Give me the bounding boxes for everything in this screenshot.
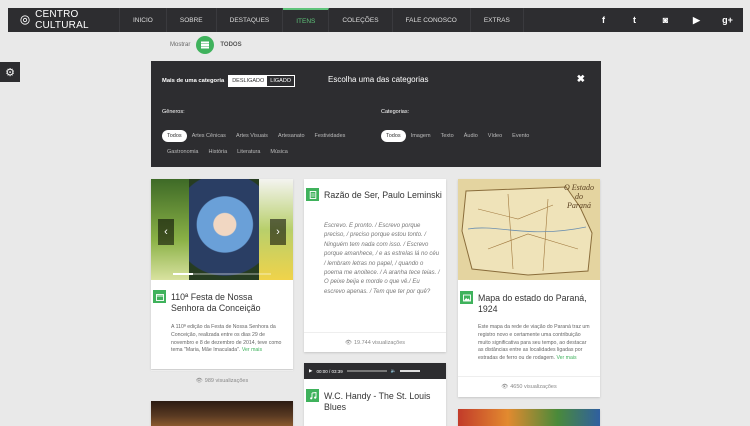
off-option[interactable]: DESLIGADO <box>229 76 268 86</box>
views-text: 19.744 visualizações <box>353 340 406 346</box>
close-icon[interactable]: ✖ <box>577 74 585 85</box>
audio-time: 00:00 / 03:39 <box>316 368 343 374</box>
nav-label: DESTAQUES <box>229 16 270 24</box>
social-links: f t ◙ ▶ g+ <box>588 8 743 32</box>
views-counter: 👁 989 visualizações <box>151 370 293 384</box>
read-more-link[interactable]: Ver mais <box>556 355 576 361</box>
nav-label: FALE CONOSCO <box>405 16 457 24</box>
twitter-icon[interactable]: t <box>619 15 650 25</box>
read-more-link[interactable]: Ver mais <box>242 347 262 353</box>
eye-icon: 👁 <box>344 340 352 346</box>
category-panel: Mais de uma categoria DESLIGADO LIGADO E… <box>151 61 601 167</box>
on-option[interactable]: LIGADO <box>267 76 294 86</box>
category-chip[interactable]: Texto <box>436 130 459 142</box>
audio-progress-bar[interactable] <box>346 370 387 372</box>
category-chip[interactable]: Evento <box>507 130 534 142</box>
nav-label: SOBRE <box>179 16 203 24</box>
text-document-icon <box>306 188 319 201</box>
views-counter: 👁 19.744 visualizações <box>304 332 446 346</box>
show-label: Mostrar <box>170 42 191 48</box>
category-chip[interactable]: Áudio <box>459 130 483 142</box>
calendar-icon <box>153 290 166 303</box>
genre-chip[interactable]: História <box>204 146 233 158</box>
category-chips: Todos Imagem Texto Áudio Vídeo Evento <box>381 130 581 142</box>
category-chip[interactable]: Vídeo <box>483 130 507 142</box>
carousel-next-icon[interactable]: › <box>270 219 286 245</box>
nav-itens[interactable]: ITENS <box>283 8 330 32</box>
current-filter-label: TODOS <box>220 42 242 48</box>
genre-chips: Todos Artes Cênicas Artes Visuais Artesa… <box>162 130 362 158</box>
carousel-prev-icon[interactable]: ‹ <box>158 219 174 245</box>
category-chip-todos[interactable]: Todos <box>381 130 406 142</box>
nav-label: COLEÇÕES <box>342 16 379 24</box>
volume-icon[interactable]: 🔈 <box>391 368 397 374</box>
audio-player: ▶ 00:00 / 03:39 🔈 <box>304 363 446 379</box>
filter-toggle-row: Mostrar TODOS <box>170 36 242 54</box>
genre-chip[interactable]: Artesanato <box>273 130 310 142</box>
card-razao[interactable]: Razão de Ser, Paulo Leminski Escrevo. E … <box>304 179 446 352</box>
logo-text: CENTRO CULTURAL <box>35 9 89 31</box>
map-image: O Estado do Paraná <box>458 179 600 280</box>
multi-category-toggle: Mais de uma categoria DESLIGADO LIGADO <box>162 75 296 87</box>
categories-heading: Categorias: <box>381 109 410 115</box>
play-icon[interactable]: ▶ <box>309 368 312 374</box>
eye-icon: 👁 <box>195 378 203 384</box>
logo-icon <box>20 15 30 25</box>
nav-extras[interactable]: EXTRAS <box>471 8 524 32</box>
volume-slider[interactable] <box>400 370 421 372</box>
nav-colecoes[interactable]: COLEÇÕES <box>329 8 393 32</box>
card-next-image[interactable] <box>458 409 600 426</box>
map-caption: O Estado do Paraná <box>564 183 594 210</box>
card-title[interactable]: Mapa do estado do Paraná, 1924 <box>478 293 596 315</box>
nav-inicio[interactable]: INICIO <box>120 8 167 32</box>
genre-chip[interactable]: Festividades <box>310 130 351 142</box>
genre-chip[interactable]: Artes Cênicas <box>187 130 231 142</box>
card-quote: Escrevo. E pronto. / Escrevo porque prec… <box>324 223 440 295</box>
nav-destaques[interactable]: DESTAQUES <box>217 8 284 32</box>
instagram-icon[interactable]: ◙ <box>650 15 681 25</box>
genres-heading: Gêneros: <box>162 109 185 115</box>
views-counter: 👁 4650 visualizações <box>458 376 600 390</box>
genre-chip[interactable]: Literatura <box>232 146 265 158</box>
carousel-progress <box>173 273 271 275</box>
main-nav: INICIO SOBRE DESTAQUES ITENS COLEÇÕES FA… <box>120 8 524 32</box>
settings-gear-icon[interactable]: ⚙ <box>0 62 20 82</box>
eye-icon: 👁 <box>501 384 509 390</box>
genre-chip[interactable]: Gastronomia <box>162 146 204 158</box>
card-description: Este mapa da rede de viação do Paraná tr… <box>478 324 592 363</box>
category-chip[interactable]: Imagem <box>406 130 436 142</box>
views-text: 989 visualizações <box>204 378 249 384</box>
card-mapa[interactable]: O Estado do Paraná Mapa do estado do Par… <box>458 179 600 397</box>
nav-fale-conosco[interactable]: FALE CONOSCO <box>393 8 471 32</box>
music-icon <box>306 389 319 402</box>
nav-sobre[interactable]: SOBRE <box>167 8 217 32</box>
top-navbar: CENTRO CULTURAL INICIO SOBRE DESTAQUES I… <box>8 8 743 32</box>
filter-menu-icon[interactable] <box>196 36 215 54</box>
card-handy[interactable]: ▶ 00:00 / 03:39 🔈 W.C. Handy - The St. L… <box>304 363 446 426</box>
googleplus-icon[interactable]: g+ <box>712 15 743 25</box>
site-logo[interactable]: CENTRO CULTURAL <box>8 8 120 32</box>
views-text: 4650 visualizações <box>510 384 557 390</box>
card-festa[interactable]: ‹ › 110ª Festa de Nossa Senhora da Conce… <box>151 179 293 384</box>
multi-category-label: Mais de uma categoria <box>162 78 225 84</box>
facebook-icon[interactable]: f <box>588 15 619 25</box>
nav-label: ITENS <box>296 17 316 25</box>
genre-chip-todos[interactable]: Todos <box>162 130 187 142</box>
card-title[interactable]: W.C. Handy - The St. Louis Blues <box>324 391 442 413</box>
nav-label: INICIO <box>133 16 153 24</box>
card-title[interactable]: Razão de Ser, Paulo Leminski <box>324 190 442 201</box>
card-next-photo[interactable] <box>151 401 293 426</box>
festa-image: ‹ › <box>151 179 293 280</box>
card-description: A 110ª edição da Festa de Nossa Senhora … <box>171 324 283 355</box>
genre-chip[interactable]: Música <box>265 146 292 158</box>
on-off-switch[interactable]: DESLIGADO LIGADO <box>228 75 296 87</box>
description-text: A 110ª edição da Festa de Nossa Senhora … <box>171 324 282 354</box>
genre-chip[interactable]: Artes Visuais <box>231 130 273 142</box>
youtube-icon[interactable]: ▶ <box>681 15 712 26</box>
nav-label: EXTRAS <box>483 16 510 24</box>
panel-title: Escolha uma das categorias <box>328 75 429 84</box>
card-title[interactable]: 110ª Festa de Nossa Senhora da Conceição <box>171 292 287 314</box>
image-icon <box>460 291 473 304</box>
